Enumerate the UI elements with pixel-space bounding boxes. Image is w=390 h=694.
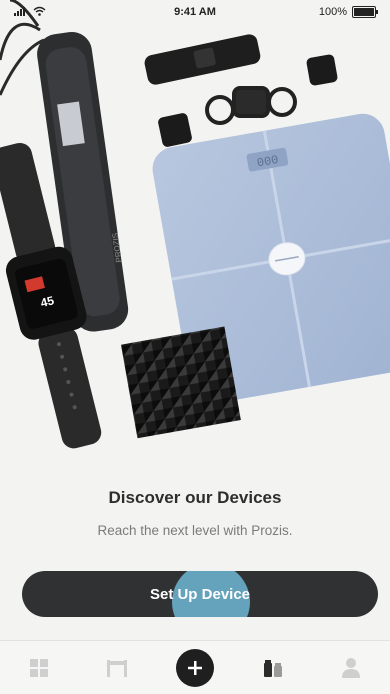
set-up-device-label: Set Up Device <box>149 585 251 603</box>
sensor-pod <box>306 54 338 86</box>
hero-image: 000 PROZIS 45 <box>0 0 390 470</box>
sensor-pod <box>158 113 192 147</box>
page-subtitle: Reach the next level with Prozis. <box>97 523 293 538</box>
page-title: Discover our Devices <box>108 488 282 507</box>
status-right: 100% <box>318 6 378 18</box>
battery-percent: 100% <box>318 6 347 18</box>
supplement-icon <box>264 659 282 677</box>
profile-icon <box>342 657 360 678</box>
tab-sleep[interactable] <box>92 646 142 690</box>
set-up-device-button[interactable]: Set Up Device <box>22 571 378 617</box>
bed-icon <box>107 659 127 677</box>
tab-bar <box>0 640 390 694</box>
tab-supplements[interactable] <box>248 646 298 690</box>
status-bar: 9:41 AM 100% <box>0 0 390 24</box>
plus-icon <box>188 660 202 675</box>
tab-profile[interactable] <box>326 646 376 690</box>
devices-illustration: 000 PROZIS 45 <box>0 0 390 449</box>
tab-add[interactable] <box>170 646 220 690</box>
clip-connector <box>205 86 297 125</box>
grid-icon <box>30 658 48 677</box>
battery-icon <box>352 6 378 18</box>
foam-pad <box>120 326 241 439</box>
heart-rate-strap <box>144 34 261 85</box>
tab-dashboard[interactable] <box>14 646 64 690</box>
add-button[interactable] <box>176 648 214 687</box>
